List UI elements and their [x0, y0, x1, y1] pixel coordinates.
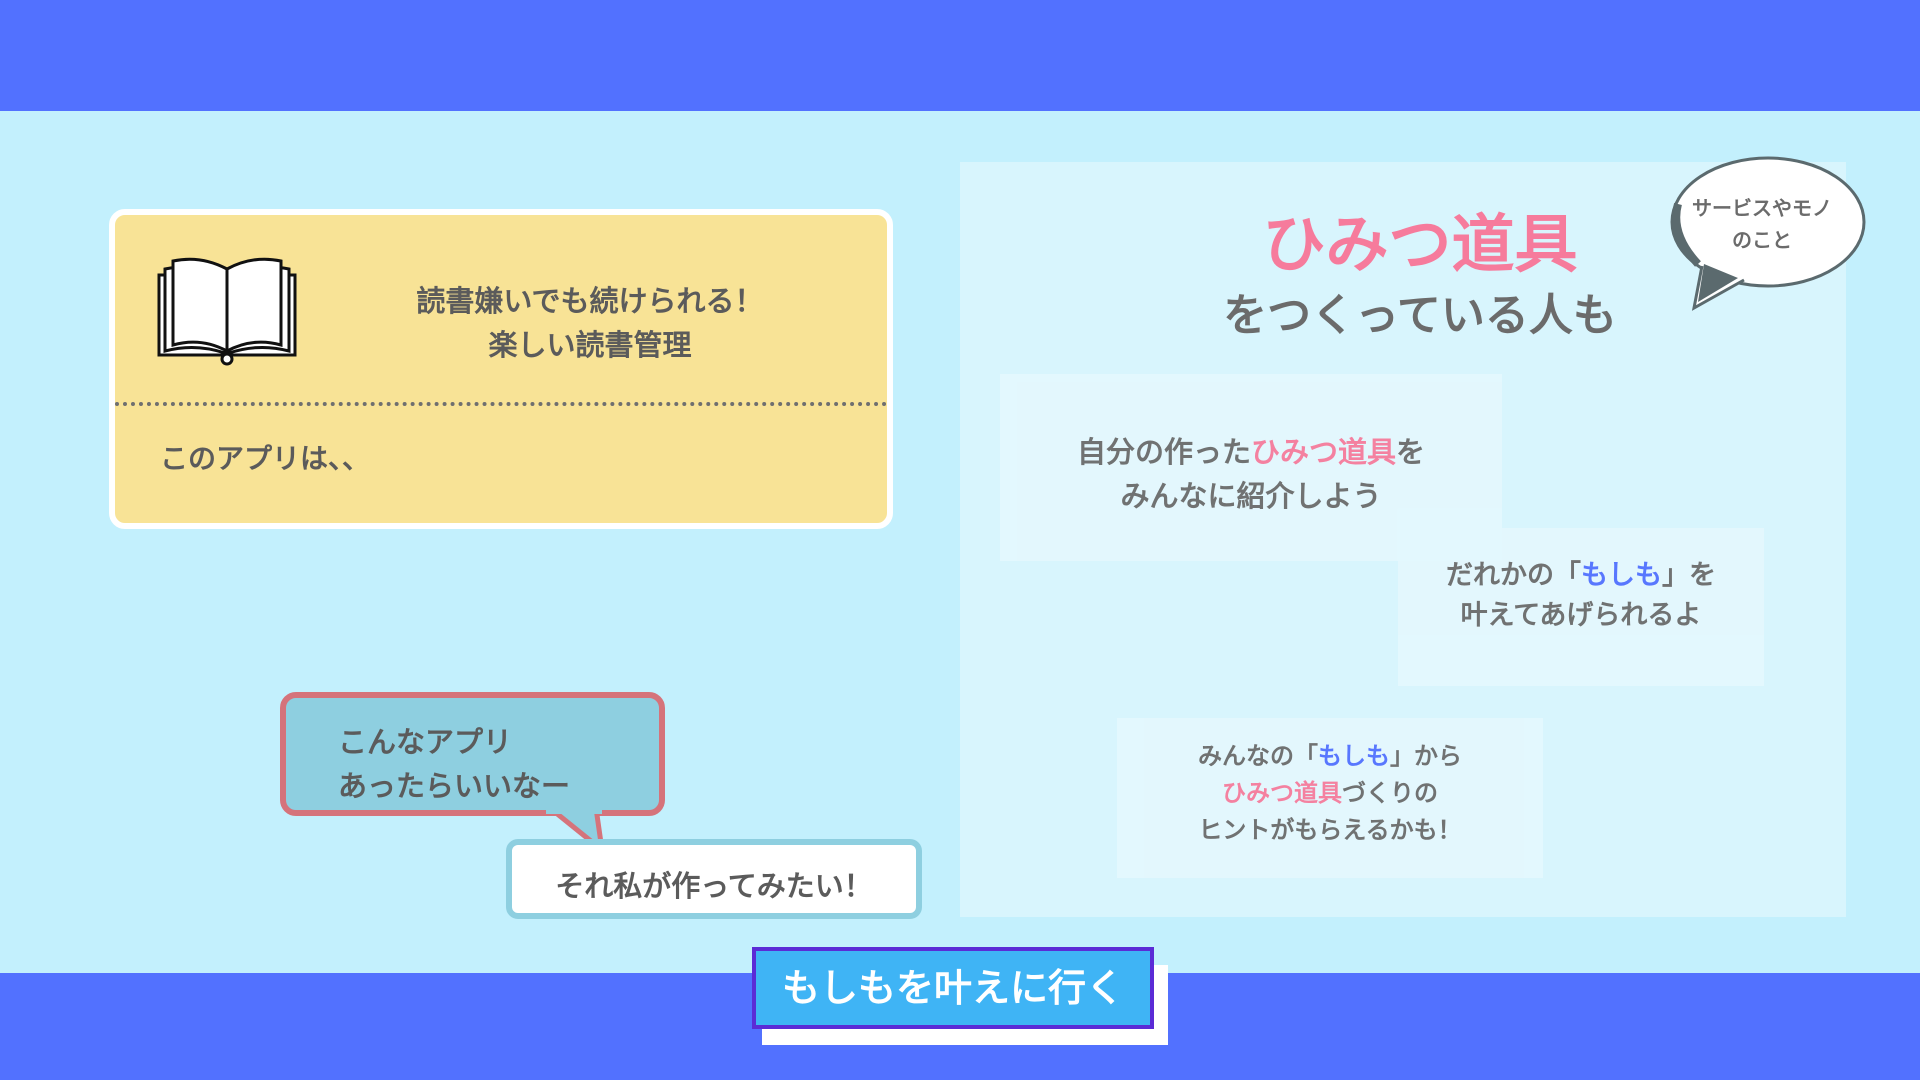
tile-hint-line1-suffix: 」から	[1390, 742, 1462, 770]
tile-hint-line2-suffix: づくりの	[1342, 779, 1438, 807]
tile-grant-suffix: 」を	[1662, 560, 1716, 591]
card-title-line2: 楽しい読書管理	[488, 328, 692, 362]
tile-grant-line2: 叶えてあげられるよ	[1460, 600, 1702, 631]
reply-speech-bubble: それ私が作ってみたい！	[506, 839, 922, 919]
headline: ひみつ道具	[1262, 208, 1578, 281]
tile-share-line1: 自分の作ったひみつ道具を	[1000, 430, 1502, 474]
thought-text: サービスやモノ のこと	[1670, 192, 1854, 256]
app-info-card: 読書嫌いでも続けられる！ 楽しい読書管理 このアプリは、、	[109, 209, 893, 529]
tile-hint-text: みんなの「もしも」から ひみつ道具づくりの ヒントがもらえるかも！	[1117, 738, 1543, 849]
card-body-text: このアプリは、、	[160, 442, 371, 475]
card-title: 読書嫌いでも続けられる！ 楽しい読書管理	[365, 279, 815, 367]
wish-line1: こんなアプリ	[338, 725, 513, 759]
wish-line2: あったらいいなー	[338, 769, 571, 803]
tile-grant-line1: だれかの「もしも」を	[1398, 556, 1764, 596]
cta-button[interactable]: もしもを叶えに行く	[752, 947, 1154, 1029]
tile-share-prefix: 自分の作った	[1076, 435, 1251, 469]
tile-share-line2: みんなに紹介しよう	[1120, 479, 1382, 513]
feature-tile-hint: みんなの「もしも」から ひみつ道具づくりの ヒントがもらえるかも！	[1117, 718, 1543, 878]
tile-hint-line1-highlight: もしも	[1318, 742, 1390, 770]
top-band	[0, 0, 1920, 111]
feature-tile-grant: だれかの「もしも」を 叶えてあげられるよ	[1398, 528, 1764, 686]
tile-hint-line3: ヒントがもらえるかも！	[1198, 816, 1462, 844]
card-title-line1: 読書嫌いでも続けられる！	[416, 284, 764, 318]
subheadline: をつくっている人も	[1223, 290, 1617, 341]
tile-grant-prefix: だれかの「	[1446, 560, 1581, 591]
tile-share-suffix: を	[1396, 435, 1426, 469]
wish-speech-bubble: こんなアプリ あったらいいなー	[280, 692, 665, 816]
tile-grant-text: だれかの「もしも」を 叶えてあげられるよ	[1398, 556, 1764, 636]
tile-hint-line2: ひみつ道具づくりの	[1117, 775, 1543, 812]
tile-hint-line1: みんなの「もしも」から	[1117, 738, 1543, 775]
dotted-divider	[115, 402, 887, 406]
thought-line1: サービスやモノ	[1692, 196, 1832, 220]
tile-grant-highlight: もしも	[1581, 560, 1662, 591]
tile-hint-line1-prefix: みんなの「	[1198, 742, 1318, 770]
tile-share-text: 自分の作ったひみつ道具を みんなに紹介しよう	[1000, 430, 1502, 518]
open-book-icon	[157, 257, 297, 366]
wish-text: こんなアプリ あったらいいなー	[338, 720, 570, 808]
reply-text: それ私が作ってみたい！	[555, 869, 873, 903]
thought-line2: のこと	[1732, 228, 1792, 252]
tile-hint-line2-highlight: ひみつ道具	[1222, 779, 1342, 807]
tile-share-highlight: ひみつ道具	[1250, 435, 1396, 469]
